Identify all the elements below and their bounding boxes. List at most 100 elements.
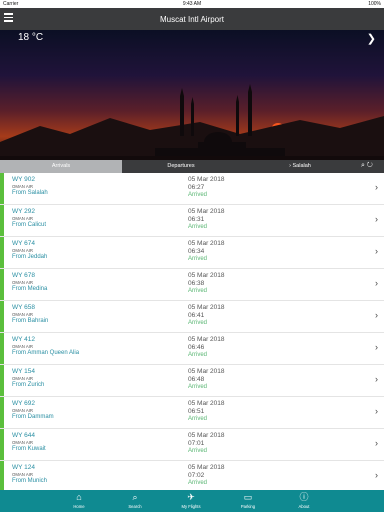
tabbar-parking[interactable]: ▭ Parking [218,492,278,510]
tabbar-search[interactable]: ⌕ Search [105,492,165,510]
flight-number: WY 412 [12,336,36,343]
status-indicator [0,173,4,204]
origin: From Bahrain [12,318,49,324]
tabbar-my-flights-label: My Flights [181,504,201,509]
flight-date: 05 Mar 2018 [188,272,225,279]
list-item[interactable]: WY 292 OMAN AIR From Calicut 05 Mar 2018… [0,205,384,237]
origin: From Medina [12,286,48,292]
airline-name: OMAN AIR [12,280,34,285]
flight-list: WY 902 OMAN AIR From Salalah 05 Mar 2018… [0,173,384,490]
page-title: Muscat Intl Airport [159,15,225,24]
airline-name: OMAN AIR [12,184,34,189]
list-item[interactable]: WY 902 OMAN AIR From Salalah 05 Mar 2018… [0,173,384,205]
clock: 9:43 AM [182,1,202,7]
origin: From Amman Queen Alia [12,350,80,356]
origin: From Jeddah [12,254,48,260]
bottom-tab-bar: ⌂ Home ⌕ Search ✈ My Flights ▭ Parking ⓘ… [0,490,384,512]
flight-number: WY 124 [12,464,36,471]
flight-date: 05 Mar 2018 [188,336,225,343]
airline-name: OMAN AIR [12,408,34,413]
flight-status: Arrived [188,416,208,422]
status-indicator [0,333,4,364]
status-indicator [0,429,4,460]
tabbar-search-label: Search [128,504,142,509]
flight-status: Arrived [188,256,208,262]
flight-status: Arrived [188,320,208,326]
flight-number: WY 902 [12,176,36,183]
tabbar-home[interactable]: ⌂ Home [49,492,109,510]
list-item[interactable]: WY 124 OMAN AIR From Munich 05 Mar 2018 … [0,461,384,490]
flight-time: 06:51 [188,408,205,415]
chevron-right-icon: › [375,438,378,448]
search-icon[interactable]: ⌕ [361,162,365,169]
tabbar-about[interactable]: ⓘ About [274,492,334,510]
tab-salalah[interactable]: › Salalah [240,160,360,173]
tab-arrivals[interactable]: Arrivals [0,160,122,173]
list-item[interactable]: WY 692 OMAN AIR From Dammam 05 Mar 2018 … [0,397,384,429]
chevron-right-icon: › [375,374,378,384]
flight-date: 05 Mar 2018 [188,400,225,407]
airline-name: OMAN AIR [12,344,34,349]
flight-status: Arrived [188,192,208,198]
airline-name: OMAN AIR [12,216,34,221]
tabbar-parking-label: Parking [240,504,256,509]
airline-name: OMAN AIR [12,248,34,253]
airline-name: OMAN AIR [12,472,34,477]
refresh-icon[interactable]: ↻ [367,162,373,169]
tabbar-home-label: Home [73,504,85,509]
flight-tabs: Arrivals Departures › Salalah ⌕ ↻ [0,160,384,173]
flight-number: WY 678 [12,272,36,279]
status-indicator [0,269,4,300]
flight-time: 06:38 [188,280,205,287]
flight-time: 06:41 [188,312,205,319]
flight-time: 07:02 [188,472,205,479]
tab-salalah-label: Salalah [292,163,311,169]
origin: From Calicut [12,222,47,228]
airline-name: OMAN AIR [12,440,34,445]
weather-hero: 18 °C ❯ [0,30,384,160]
origin: From Munich [12,478,48,484]
flight-number: WY 154 [12,368,36,375]
list-item[interactable]: WY 678 OMAN AIR From Medina 05 Mar 2018 … [0,269,384,301]
flight-date: 05 Mar 2018 [188,368,225,375]
status-indicator [0,301,4,332]
chevron-right-icon: › [289,163,291,169]
car-icon: ▭ [243,492,253,502]
chevron-right-icon: › [375,342,378,352]
plane-icon: ✈ [187,492,195,502]
flight-time: 06:46 [188,344,205,351]
flight-number: WY 292 [12,208,36,215]
tabbar-about-label: About [298,504,310,509]
flight-time: 06:34 [188,248,205,255]
flight-date: 05 Mar 2018 [188,432,225,439]
chevron-right-icon: › [375,278,378,288]
tabbar-my-flights[interactable]: ✈ My Flights [161,492,221,510]
temperature-label: 18 °C [18,32,44,43]
list-item[interactable]: WY 154 OMAN AIR From Zurich 05 Mar 2018 … [0,365,384,397]
battery-label: 100% [368,1,381,7]
origin: From Kuwait [12,446,46,452]
info-icon: ⓘ [299,492,309,502]
list-item[interactable]: WY 644 OMAN AIR From Kuwait 05 Mar 2018 … [0,429,384,461]
flight-date: 05 Mar 2018 [188,176,225,183]
chevron-right-icon: › [375,470,378,480]
flight-status: Arrived [188,448,208,454]
chevron-right-icon[interactable]: ❯ [367,32,376,45]
status-indicator [0,205,4,236]
list-item[interactable]: WY 412 OMAN AIR From Amman Queen Alia 05… [0,333,384,365]
flight-number: WY 692 [12,400,36,407]
chevron-right-icon: › [375,246,378,256]
list-item[interactable]: WY 674 OMAN AIR From Jeddah 05 Mar 2018 … [0,237,384,269]
chevron-right-icon: › [375,310,378,320]
list-item[interactable]: WY 658 OMAN AIR From Bahrain 05 Mar 2018… [0,301,384,333]
chevron-right-icon: › [375,182,378,192]
status-bar: Carrier 9:43 AM 100% [0,0,384,8]
flight-time: 06:48 [188,376,205,383]
status-indicator [0,461,4,490]
tab-actions: ⌕ ↻ [361,162,381,171]
flight-number: WY 674 [12,240,36,247]
home-icon: ⌂ [76,492,82,502]
status-indicator [0,397,4,428]
search-icon: ⌕ [132,492,138,502]
tab-departures[interactable]: Departures [122,160,240,173]
